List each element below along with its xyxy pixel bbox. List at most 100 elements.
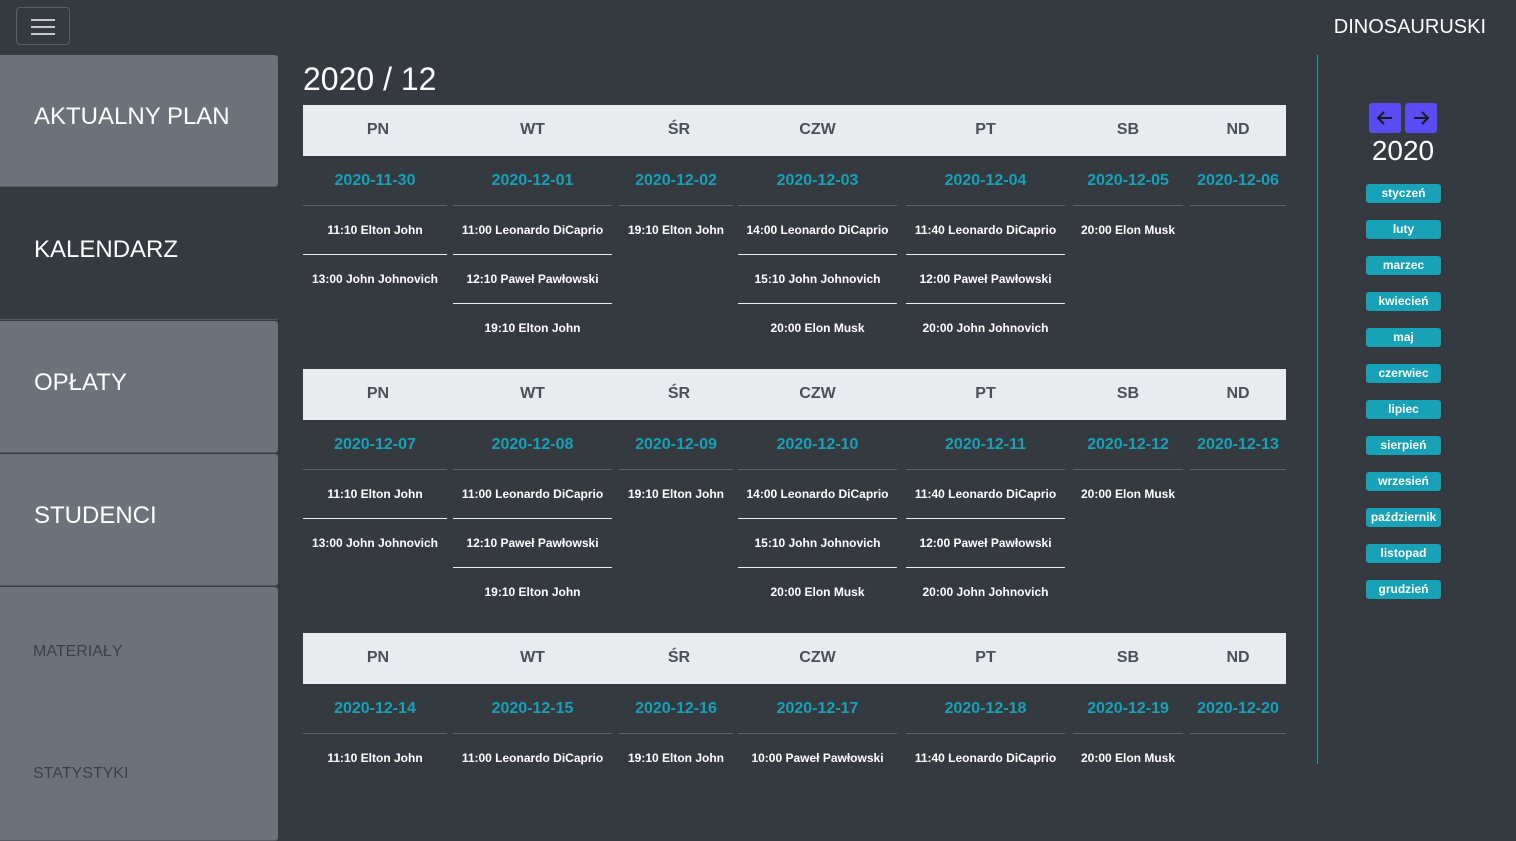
lesson-entry[interactable]: 19:10 Elton John	[619, 206, 733, 254]
day-name: ND	[1226, 121, 1250, 138]
day-cell: 2020-12-04 11:40 Leonardo DiCaprio 12:00 P…	[906, 156, 1065, 352]
day-name: PN	[366, 121, 390, 138]
lesson-entry[interactable]: 12:10 Paweł Pawłowski	[453, 519, 612, 568]
prev-year-button[interactable]	[1369, 103, 1401, 133]
day-date-link[interactable]: 2020-12-18	[906, 684, 1065, 734]
day-date-link[interactable]: 2020-12-05	[1073, 156, 1183, 206]
sidebar-item-statystyki[interactable]: STATYSTYKI	[0, 709, 278, 841]
day-date-link[interactable]: 2020-12-19	[1073, 684, 1183, 734]
month-button[interactable]: wrzesień	[1366, 472, 1441, 491]
lesson-entry[interactable]: 19:10 Elton John	[619, 470, 733, 518]
day-cell: 2020-12-16 19:10 Elton John	[619, 684, 733, 782]
day-cell: 2020-12-01 11:00 Leonardo DiCaprio 12:10 P…	[453, 156, 612, 352]
day-cell: 2020-12-14 11:10 Elton John	[303, 684, 447, 782]
month-button[interactable]: kwiecień	[1366, 292, 1441, 311]
month-button[interactable]: marzec	[1366, 256, 1441, 275]
day-date-link[interactable]: 2020-12-20	[1190, 684, 1286, 734]
day-cell: 2020-12-09 19:10 Elton John	[619, 420, 733, 518]
day-date-link[interactable]: 2020-12-02	[619, 156, 733, 206]
sidebar-item-kalendarz[interactable]: KALENDARZ	[0, 188, 278, 320]
day-cell: 2020-12-02 19:10 Elton John	[619, 156, 733, 254]
day-date-link[interactable]: 2020-12-09	[619, 420, 733, 470]
lesson-entry[interactable]: 20:00 Elon Musk	[1073, 206, 1183, 254]
day-date-link[interactable]: 2020-12-13	[1190, 420, 1286, 470]
lesson-entry[interactable]: 11:40 Leonardo DiCaprio	[906, 734, 1065, 782]
month-button[interactable]: październik	[1366, 508, 1441, 527]
day-name: ND	[1226, 385, 1250, 402]
lesson-entry[interactable]: 15:10 John Johnovich	[738, 255, 897, 304]
day-cell: 2020-12-18 11:40 Leonardo DiCaprio	[906, 684, 1065, 782]
day-date-link[interactable]: 2020-12-17	[738, 684, 897, 734]
week-header: PN WT ŚR CZW PT SB ND	[303, 369, 1286, 420]
lesson-entry[interactable]: 12:00 Paweł Pawłowski	[906, 519, 1065, 568]
lesson-entry[interactable]: 20:00 Elon Musk	[738, 304, 897, 352]
day-date-link[interactable]: 2020-12-10	[738, 420, 897, 470]
month-button[interactable]: styczeń	[1366, 184, 1441, 203]
month-button[interactable]: czerwiec	[1366, 364, 1441, 383]
day-name: PT	[975, 649, 996, 666]
day-cell: 2020-12-06	[1190, 156, 1286, 206]
day-cell: 2020-12-15 11:00 Leonardo DiCaprio	[453, 684, 612, 782]
lesson-entry[interactable]: 10:00 Paweł Pawłowski	[738, 734, 897, 782]
week-header: PN WT ŚR CZW PT SB ND	[303, 105, 1286, 156]
lesson-entry[interactable]: 14:00 Leonardo DiCaprio	[738, 206, 897, 255]
hamburger-icon	[31, 26, 55, 28]
sidebar-item-studenci[interactable]: STUDENCI	[0, 454, 278, 586]
lesson-entry[interactable]: 14:00 Leonardo DiCaprio	[738, 470, 897, 519]
lesson-entry[interactable]: 13:00 John Johnovich	[303, 255, 447, 303]
day-date-link[interactable]: 2020-12-01	[453, 156, 612, 206]
day-cell: 2020-12-03 14:00 Leonardo DiCaprio 15:10 J…	[738, 156, 897, 352]
month-button[interactable]: maj	[1366, 328, 1441, 347]
sidebar-item-label: MATERIAŁY	[33, 643, 123, 660]
day-date-link[interactable]: 2020-12-14	[303, 684, 447, 734]
day-date-link[interactable]: 2020-12-08	[453, 420, 612, 470]
sidebar-item-oplaty[interactable]: OPŁATY	[0, 321, 278, 453]
month-button[interactable]: listopad	[1366, 544, 1441, 563]
month-button[interactable]: sierpień	[1366, 436, 1441, 455]
lesson-entry[interactable]: 20:00 John Johnovich	[906, 304, 1065, 352]
lesson-entry[interactable]: 11:10 Elton John	[303, 734, 447, 782]
day-name: WT	[520, 385, 545, 402]
day-cell: 2020-11-30 11:10 Elton John 13:00 John Joh…	[303, 156, 447, 303]
year-panel: 2020 styczeń luty marzec kwiecień maj czerwie…	[1318, 55, 1516, 764]
lesson-entry[interactable]: 20:00 Elon Musk	[1073, 470, 1183, 518]
lesson-entry[interactable]: 20:00 John Johnovich	[906, 568, 1065, 616]
day-date-link[interactable]: 2020-11-30	[303, 156, 447, 206]
lesson-entry[interactable]: 15:10 John Johnovich	[738, 519, 897, 568]
day-date-link[interactable]: 2020-12-03	[738, 156, 897, 206]
lesson-entry[interactable]: 11:00 Leonardo DiCaprio	[453, 734, 612, 782]
sidebar-item-materialy[interactable]: MATERIAŁY	[0, 587, 278, 719]
lesson-entry[interactable]: 20:00 Elon Musk	[738, 568, 897, 616]
menu-toggle-button[interactable]	[16, 7, 70, 45]
day-date-link[interactable]: 2020-12-04	[906, 156, 1065, 206]
month-button[interactable]: grudzień	[1366, 580, 1441, 599]
month-button[interactable]: luty	[1366, 220, 1441, 239]
lesson-entry[interactable]: 11:10 Elton John	[303, 206, 447, 255]
brand-name[interactable]: DINOSAURUSKI	[1334, 16, 1486, 39]
day-cell: 2020-12-12 20:00 Elon Musk	[1073, 420, 1183, 518]
day-date-link[interactable]: 2020-12-15	[453, 684, 612, 734]
day-date-link[interactable]: 2020-12-16	[619, 684, 733, 734]
lesson-entry[interactable]: 11:00 Leonardo DiCaprio	[453, 206, 612, 255]
lesson-entry[interactable]: 12:10 Paweł Pawłowski	[453, 255, 612, 304]
sidebar-item-aktualny-plan[interactable]: AKTUALNY PLAN	[0, 55, 278, 187]
day-date-link[interactable]: 2020-12-12	[1073, 420, 1183, 470]
lesson-entry[interactable]: 11:40 Leonardo DiCaprio	[906, 470, 1065, 519]
lesson-entry[interactable]: 19:10 Elton John	[453, 304, 612, 352]
day-cell: 2020-12-20	[1190, 684, 1286, 734]
lesson-entry[interactable]: 13:00 John Johnovich	[303, 519, 447, 567]
lesson-entry[interactable]: 19:10 Elton John	[453, 568, 612, 616]
day-date-link[interactable]: 2020-12-11	[906, 420, 1065, 470]
next-year-button[interactable]	[1405, 103, 1437, 133]
day-date-link[interactable]: 2020-12-07	[303, 420, 447, 470]
lesson-entry[interactable]: 11:10 Elton John	[303, 470, 447, 519]
lesson-entry[interactable]: 19:10 Elton John	[619, 734, 733, 782]
week-header: PN WT ŚR CZW PT SB ND	[303, 633, 1286, 684]
lesson-entry[interactable]: 12:00 Paweł Pawłowski	[906, 255, 1065, 304]
lesson-entry[interactable]: 11:00 Leonardo DiCaprio	[453, 470, 612, 519]
day-date-link[interactable]: 2020-12-06	[1190, 156, 1286, 206]
lesson-entry[interactable]: 20:00 Elon Musk	[1073, 734, 1183, 782]
month-button[interactable]: lipiec	[1366, 400, 1441, 419]
day-name: ŚR	[667, 649, 691, 666]
lesson-entry[interactable]: 11:40 Leonardo DiCaprio	[906, 206, 1065, 255]
